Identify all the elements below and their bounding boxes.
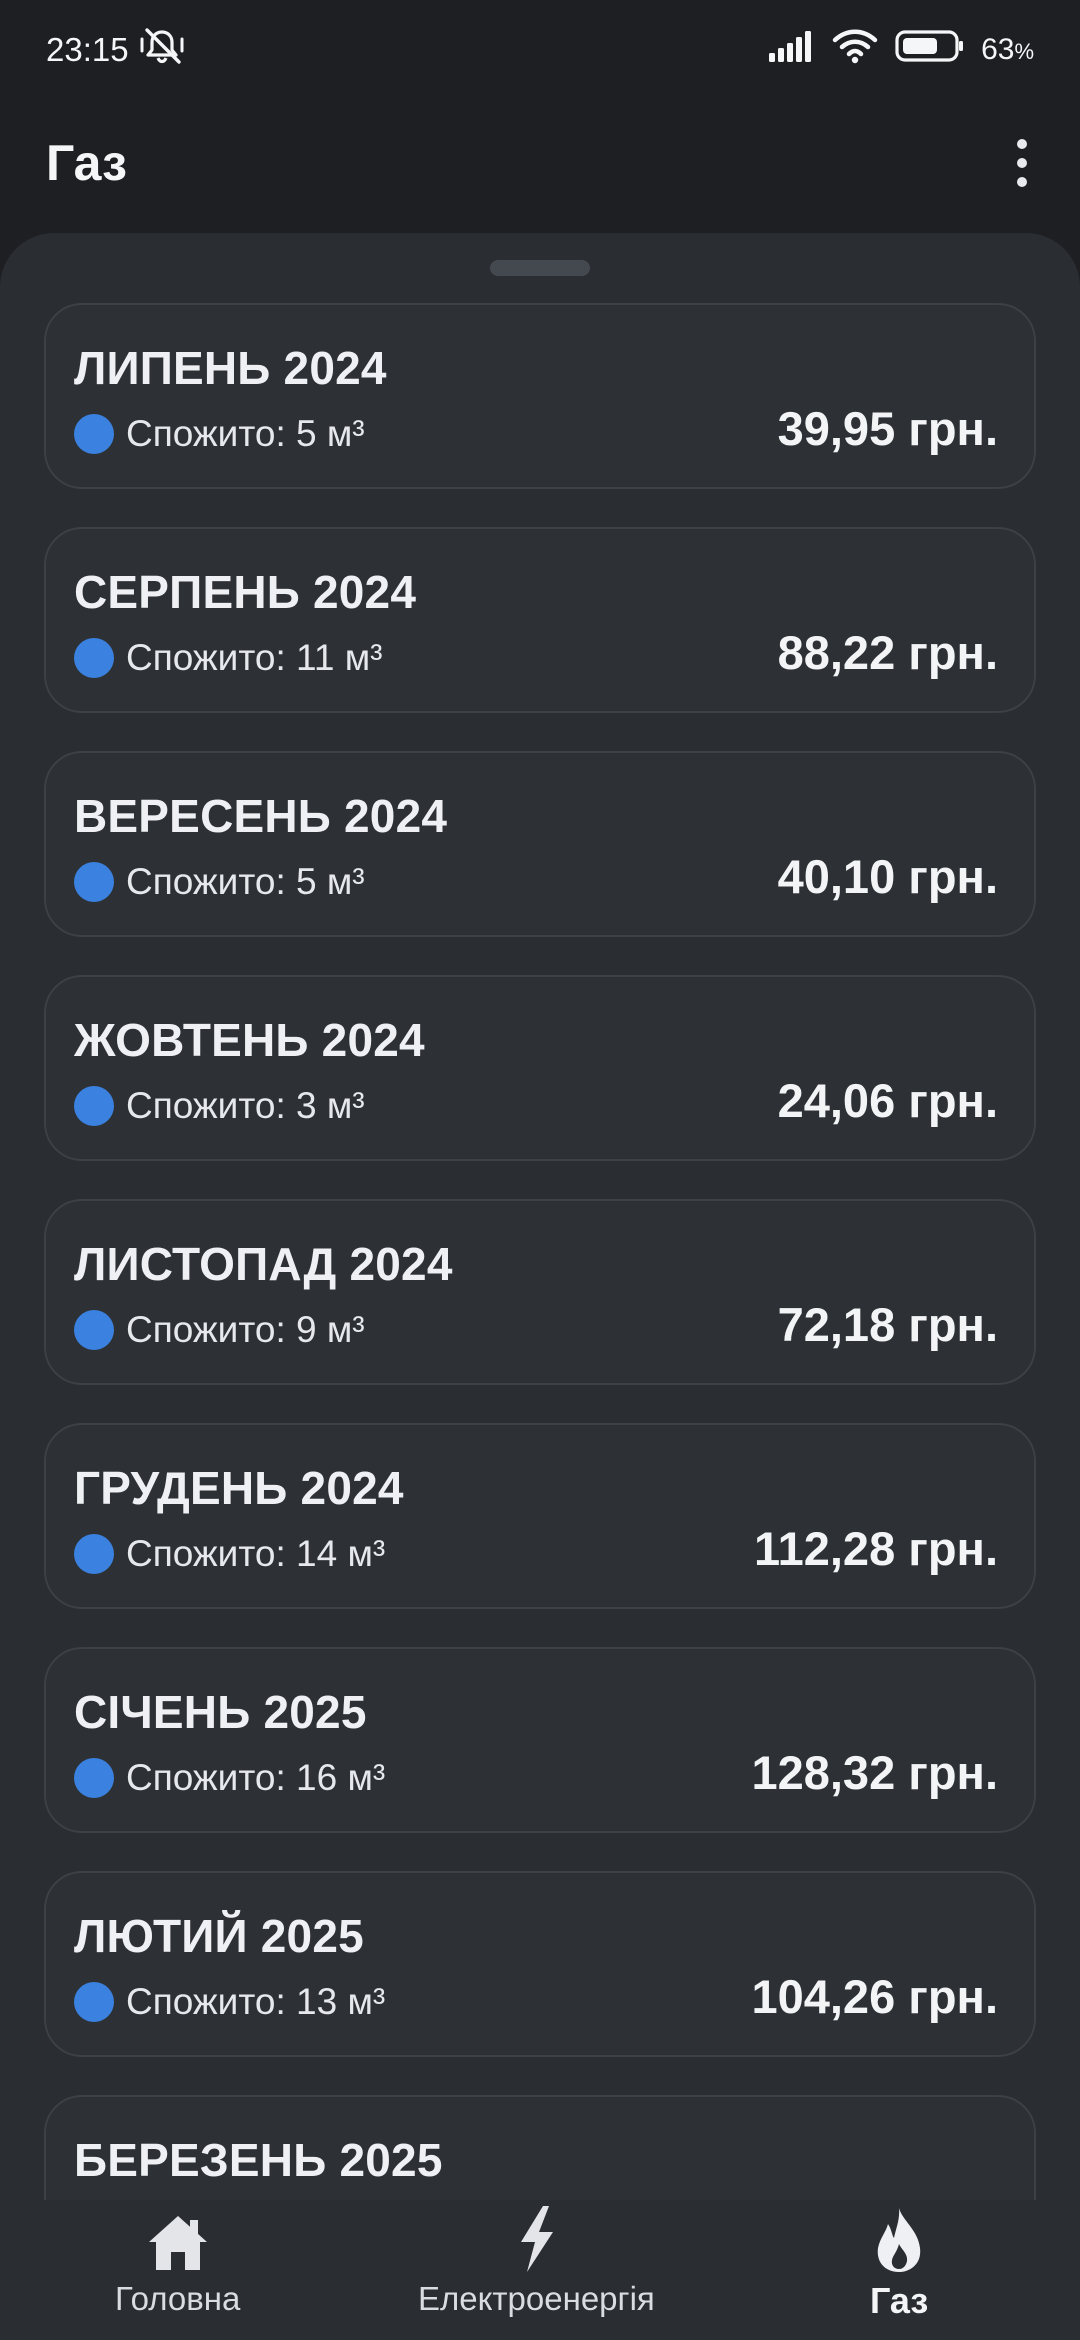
item-month: ЛЮТИЙ 2025 [74, 1910, 364, 1962]
item-usage-text: Спожито: 9 м³ [126, 1309, 365, 1350]
more-vert-dot [1017, 176, 1027, 187]
list-item[interactable]: БЕРЕЗЕНЬ 2025 [44, 2095, 1036, 2200]
item-month: ЖОВТЕНЬ 2024 [74, 1014, 425, 1066]
app-bar: Газ [0, 100, 1080, 225]
item-month: ЛИСТОПАД 2024 [74, 1238, 453, 1290]
usage-dot-icon [74, 1086, 114, 1126]
list-item[interactable]: ВЕРЕСЕНЬ 2024 Спожито: 5 м³ 40,10 грн. [44, 751, 1036, 937]
list-item[interactable]: СІЧЕНЬ 2025 Спожито: 16 м³ 128,32 грн. [44, 1647, 1036, 1833]
more-vert-dot [1017, 157, 1027, 168]
nav-item-home[interactable]: Головна [115, 2202, 240, 2318]
status-bar: 23:15 63% [0, 0, 1080, 100]
battery-icon [895, 29, 965, 71]
item-usage: Спожито: 14 м³ [74, 1533, 385, 1575]
item-usage-text: Спожито: 3 м³ [126, 1085, 365, 1126]
content-sheet: ЛИПЕНЬ 2024 Спожито: 5 м³ 39,95 грн. СЕР… [0, 233, 1080, 2200]
item-amount: 24,06 грн. [777, 1074, 998, 1127]
item-usage-text: Спожито: 11 м³ [126, 637, 383, 678]
item-month: ЛИПЕНЬ 2024 [74, 342, 387, 394]
home-icon [145, 2202, 211, 2274]
muted-bell-icon [139, 26, 185, 74]
list-item[interactable]: ЛИСТОПАД 2024 Спожито: 9 м³ 72,18 грн. [44, 1199, 1036, 1385]
item-usage: Спожито: 13 м³ [74, 1981, 385, 2023]
usage-dot-icon [74, 1982, 114, 2022]
page-title: Газ [46, 134, 127, 191]
usage-dot-icon [74, 1310, 114, 1350]
flame-icon [872, 2202, 926, 2274]
item-amount: 128,32 грн. [751, 1746, 998, 1799]
item-usage: Спожито: 11 м³ [74, 637, 382, 679]
nav-label-gas: Газ [870, 2280, 929, 2321]
battery-percent-unit: % [1014, 39, 1034, 64]
list-item[interactable]: СЕРПЕНЬ 2024 Спожито: 11 м³ 88,22 грн. [44, 527, 1036, 713]
drag-handle[interactable] [490, 260, 590, 276]
item-month: ВЕРЕСЕНЬ 2024 [74, 790, 448, 842]
item-usage-text: Спожито: 16 м³ [126, 1757, 386, 1798]
list-item[interactable]: ЛИПЕНЬ 2024 Спожито: 5 м³ 39,95 грн. [44, 303, 1036, 489]
nav-label-electricity: Електроенергія [418, 2280, 655, 2317]
wifi-icon [831, 28, 879, 72]
list-item[interactable]: ЖОВТЕНЬ 2024 Спожито: 3 м³ 24,06 грн. [44, 975, 1036, 1161]
item-amount: 104,26 грн. [751, 1970, 998, 2023]
lightning-icon [513, 2202, 559, 2274]
item-month: СЕРПЕНЬ 2024 [74, 566, 417, 618]
usage-dot-icon [74, 414, 114, 454]
item-amount: 88,22 грн. [777, 626, 998, 679]
usage-dot-icon [74, 1758, 114, 1798]
item-usage-text: Спожито: 5 м³ [126, 413, 365, 454]
status-left: 23:15 [46, 26, 185, 74]
usage-dot-icon [74, 1534, 114, 1574]
item-month: ГРУДЕНЬ 2024 [74, 1462, 404, 1514]
bottom-navigation: Головна Електроенергія Газ [0, 2200, 1080, 2340]
status-time: 23:15 [46, 31, 129, 68]
item-amount: 39,95 грн. [777, 402, 998, 455]
item-usage: Спожито: 9 м³ [74, 1309, 365, 1351]
item-usage: Спожито: 16 м³ [74, 1757, 385, 1799]
status-right: 63% [767, 28, 1034, 72]
item-usage: Спожито: 3 м³ [74, 1085, 365, 1127]
item-usage: Спожито: 5 м³ [74, 413, 365, 455]
more-options-button[interactable] [1002, 133, 1042, 193]
item-amount: 112,28 грн. [754, 1522, 998, 1575]
nav-label-home: Головна [115, 2280, 241, 2317]
usage-dot-icon [74, 638, 114, 678]
item-usage: Спожито: 5 м³ [74, 861, 365, 903]
more-vert-dot [1017, 138, 1027, 149]
battery-percent: 63% [981, 33, 1034, 67]
item-amount: 72,18 грн. [777, 1298, 998, 1351]
item-month: БЕРЕЗЕНЬ 2025 [74, 2134, 443, 2186]
list-item[interactable]: ЛЮТИЙ 2025 Спожито: 13 м³ 104,26 грн. [44, 1871, 1036, 2057]
more-vert-icon [1017, 138, 1027, 187]
item-usage-text: Спожито: 5 м³ [126, 861, 365, 902]
item-amount: 40,10 грн. [777, 850, 998, 903]
item-usage-text: Спожито: 14 м³ [126, 1533, 386, 1574]
battery-percent-value: 63 [981, 33, 1015, 66]
nav-item-gas[interactable]: Газ [870, 2202, 928, 2322]
list-item[interactable]: ГРУДЕНЬ 2024 Спожито: 14 м³ 112,28 грн. [44, 1423, 1036, 1609]
nav-item-electricity[interactable]: Електроенергія [418, 2202, 655, 2318]
usage-dot-icon [74, 862, 114, 902]
signal-icon [767, 29, 815, 71]
item-month: СІЧЕНЬ 2025 [74, 1686, 367, 1738]
monthly-list: ЛИПЕНЬ 2024 Спожито: 5 м³ 39,95 грн. СЕР… [44, 303, 1036, 2200]
item-usage-text: Спожито: 13 м³ [126, 1981, 386, 2022]
